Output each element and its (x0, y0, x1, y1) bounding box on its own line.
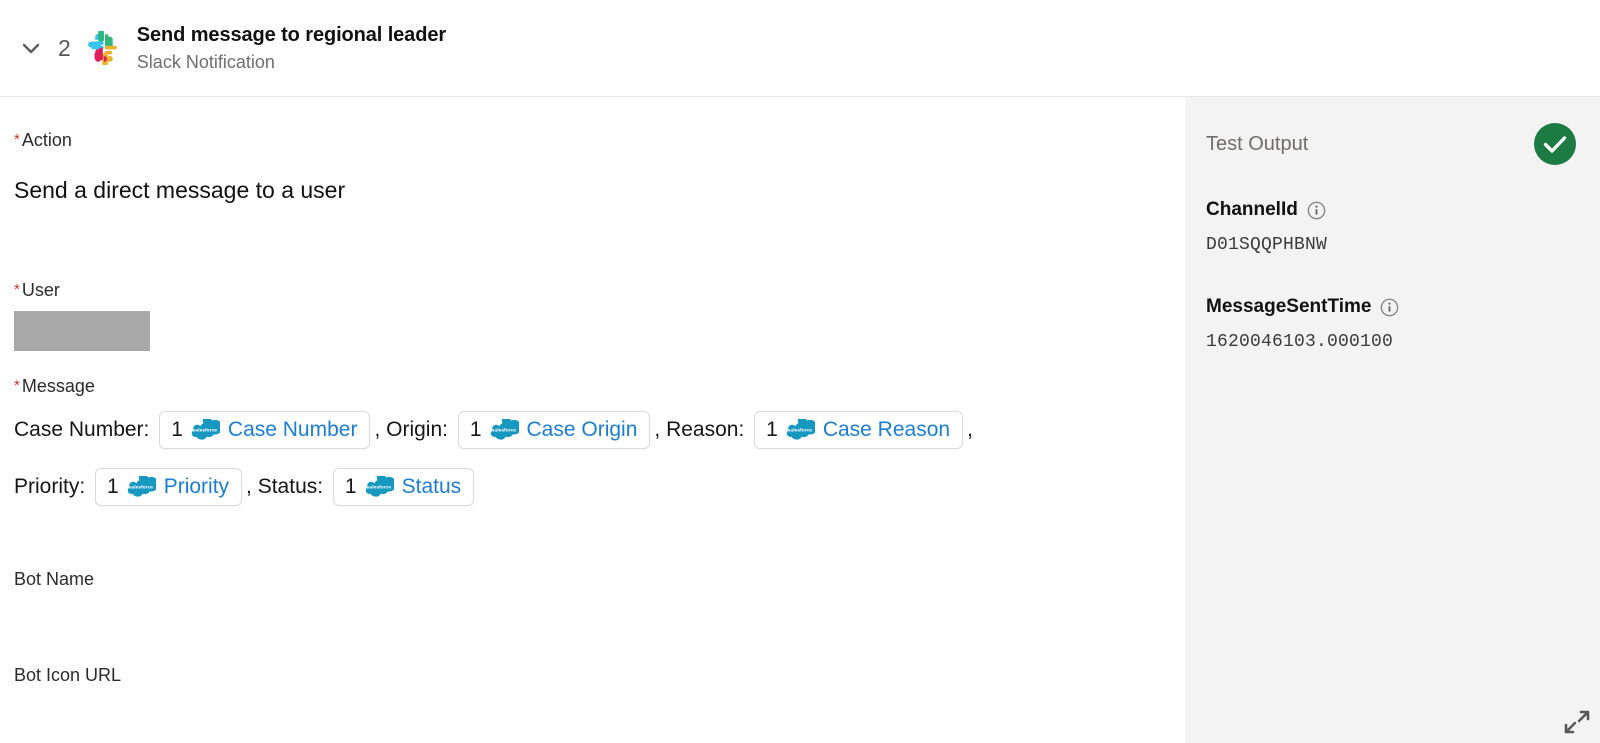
bot-name-label: Bot Name (14, 569, 95, 590)
message-label-text: Message (21, 375, 95, 396)
merge-field-label: Case Reason (822, 417, 951, 441)
test-output-key: ChannelId (1206, 199, 1298, 220)
chevron-down-icon[interactable] (14, 31, 48, 65)
test-output-title: Test Output (1206, 133, 1309, 155)
svg-text:salesforce: salesforce (491, 428, 516, 434)
salesforce-icon: salesforce (365, 476, 394, 497)
test-output-key-row: MessageSentTime (1206, 296, 1576, 319)
merge-field-pill[interactable]: 1 salesforce Case Number (159, 410, 371, 449)
svg-text:salesforce: salesforce (788, 428, 813, 434)
merge-field-label: Status (401, 474, 462, 498)
merge-field-label: Case Number (227, 417, 358, 441)
required-marker: * (14, 131, 20, 148)
salesforce-icon: salesforce (786, 419, 815, 440)
user-label-text: User (21, 280, 60, 301)
step-title-group: Send message to regional leader Slack No… (137, 22, 446, 74)
test-output-header: Test Output (1206, 123, 1576, 165)
message-static-text: Priority: (14, 475, 92, 499)
merge-field-index: 1 (766, 418, 778, 442)
bot-icon-url-label: Bot Icon URL (14, 664, 122, 685)
merge-field-index: 1 (107, 475, 119, 499)
message-label: * Message (14, 376, 1185, 398)
field-action: * Action Send a direct message to a user (14, 130, 1185, 204)
field-message: * Message Case Number: 1 salesforce Case Nu… (14, 376, 1185, 513)
step-number: 2 (58, 34, 71, 61)
merge-field-pill[interactable]: 1 salesforce Case Reason (754, 410, 964, 449)
test-output-value: D01SQQPHBNW (1206, 234, 1328, 255)
test-output-panel: Test Output ChannelId D01SQQPHBNW MessageS… (1185, 97, 1600, 743)
message-static-text: , Status: (246, 475, 329, 499)
message-line: Priority: 1 salesforce Priority , Status: 1… (14, 461, 1134, 512)
field-user: * User (14, 280, 1185, 351)
message-static-text: Case Number: (14, 418, 156, 442)
test-output-entry: ChannelId D01SQQPHBNW (1206, 199, 1576, 256)
action-label: * Action (14, 130, 1185, 152)
required-marker: * (14, 281, 20, 299)
svg-text:salesforce: salesforce (193, 428, 218, 434)
action-label-text: Action (21, 130, 72, 150)
slack-icon (87, 31, 117, 65)
test-output-value: 1620046103.000100 (1206, 332, 1394, 353)
message-line: Case Number: 1 salesforce Case Number , Ori… (14, 404, 1134, 455)
message-static-text: , Origin: (374, 418, 454, 442)
test-output-key-row: ChannelId (1206, 199, 1576, 222)
merge-field-index: 1 (344, 475, 357, 499)
required-marker: * (14, 376, 20, 394)
svg-text:salesforce: salesforce (128, 485, 153, 491)
expand-diagonal-icon[interactable] (1564, 709, 1590, 735)
merge-field-index: 1 (171, 418, 183, 442)
merge-field-index: 1 (469, 418, 482, 442)
salesforce-icon: salesforce (490, 419, 519, 440)
action-form: * Action Send a direct message to a user … (0, 97, 1185, 743)
test-output-entries: ChannelId D01SQQPHBNW MessageSentTime 16200… (1206, 199, 1576, 354)
merge-field-pill[interactable]: 1 salesforce Case Origin (457, 410, 651, 449)
svg-text:salesforce: salesforce (366, 485, 391, 491)
message-rich-text-input[interactable]: Case Number: 1 salesforce Case Number , Ori… (14, 404, 1134, 512)
step-title: Send message to regional leader (136, 23, 447, 46)
step-header: 2 Send message to regional leader Slack … (0, 0, 1600, 97)
step-subtitle: Slack Notification (136, 51, 275, 72)
merge-field-label: Case Origin (526, 417, 638, 441)
field-bot-icon-url: Bot Icon URL (14, 665, 1185, 687)
user-label: * User (14, 280, 1185, 302)
test-output-key: MessageSentTime (1206, 296, 1372, 318)
salesforce-icon: salesforce (127, 476, 156, 497)
success-check-icon (1534, 123, 1576, 165)
message-static-text: , (967, 418, 973, 442)
merge-field-label: Priority (163, 474, 230, 498)
action-value[interactable]: Send a direct message to a user (14, 177, 1185, 205)
message-static-text: , Reason: (654, 418, 751, 442)
user-input[interactable] (14, 310, 150, 351)
info-icon[interactable] (1380, 298, 1399, 317)
info-icon[interactable] (1307, 201, 1326, 220)
merge-field-pill[interactable]: 1 salesforce Priority (95, 467, 243, 506)
field-bot-name: Bot Name (14, 569, 1185, 591)
merge-field-pill[interactable]: 1 salesforce Status (332, 467, 475, 506)
test-output-entry: MessageSentTime 1620046103.000100 (1206, 296, 1576, 353)
salesforce-icon: salesforce (191, 419, 220, 440)
step-editor-screen: 2 Send message to regional leader Slack … (0, 0, 1600, 743)
